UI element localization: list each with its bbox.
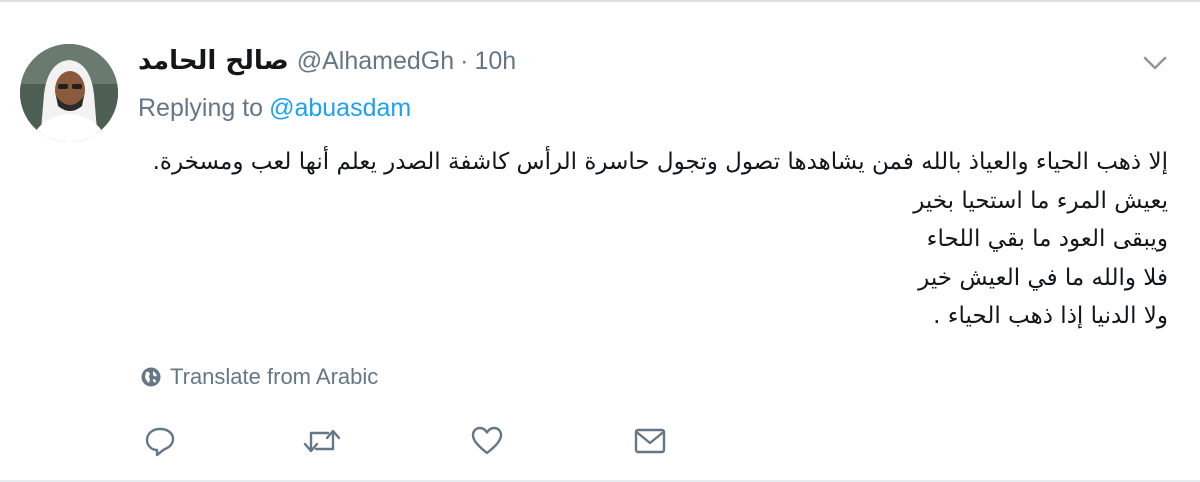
retweet-icon <box>303 429 341 453</box>
user-handle[interactable]: @AlhamedGh <box>297 47 454 76</box>
tweet-text-line: ولا الدنيا إذا ذهب الحياء . <box>933 303 1168 329</box>
tweet-text: إلا ذهب الحياء والعياذ بالله فمن يشاهدها… <box>138 143 1168 336</box>
like-button[interactable] <box>470 424 504 458</box>
envelope-icon <box>634 428 666 454</box>
retweet-button[interactable] <box>302 424 342 458</box>
separator-dot: · <box>460 46 469 75</box>
avatar[interactable] <box>20 44 118 142</box>
tweet-text-line: إلا ذهب الحياء والعياذ بالله فمن يشاهدها… <box>152 149 1168 175</box>
translate-link[interactable]: Translate from Arabic <box>140 364 378 390</box>
replying-to-label: Replying to <box>138 94 264 122</box>
tweet-text-line: يعيش المرء ما استحيا بخير <box>913 187 1168 214</box>
tweet[interactable]: صالح الحامد @AlhamedGh · 10h Replying to… <box>0 0 1200 482</box>
heart-icon <box>471 426 503 455</box>
tweet-text-line: فلا والله ما في العيش خير <box>918 264 1168 291</box>
replying-to-mention[interactable]: @abuasdam <box>269 94 411 122</box>
globe-icon <box>141 367 161 387</box>
translate-label: Translate from Arabic <box>170 364 379 389</box>
display-name[interactable]: صالح الحامد <box>138 46 289 76</box>
chevron-down-icon <box>1143 56 1167 70</box>
avatar-photo <box>20 44 118 142</box>
tweet-header: صالح الحامد @AlhamedGh · 10h <box>138 44 516 78</box>
reply-icon <box>145 427 175 457</box>
reply-button[interactable] <box>143 424 177 458</box>
replying-to-line: Replying to @abuasdam <box>138 94 411 123</box>
tweet-timestamp[interactable]: 10h <box>474 47 516 76</box>
tweet-menu-button[interactable] <box>1140 52 1170 74</box>
tweet-text-line: ويبقى العود ما بقي اللحاء <box>926 226 1168 252</box>
direct-message-button[interactable] <box>633 424 667 458</box>
